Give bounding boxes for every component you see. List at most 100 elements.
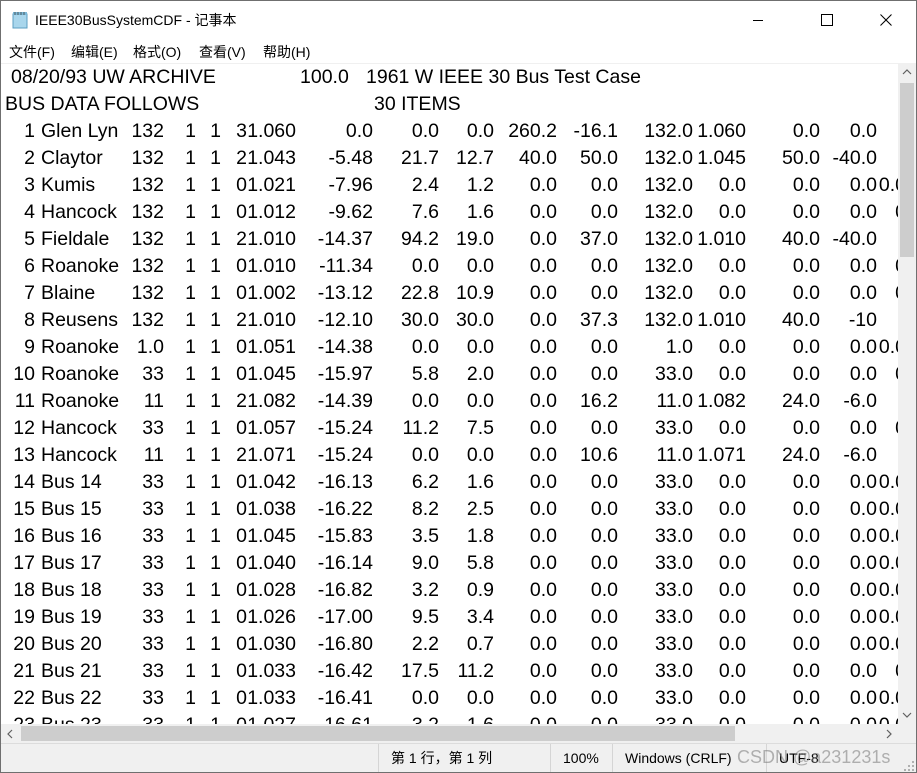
load-mw: 0.0 <box>411 120 439 142</box>
cursor-position: 第 1 行，第 1 列 <box>378 744 553 772</box>
gen-mvar: 0.0 <box>590 363 618 385</box>
bus-data-row: 17 Bus 17 33 1 1 0 1.040 -16.14 9.0 5.8 0.0 0.0 33.0… <box>1 552 898 579</box>
min-mvar: 0.0 <box>849 255 877 277</box>
extra: 0.0 <box>878 498 898 520</box>
title-bar: IEEE30BusSystemCDF - 记事本 <box>1 1 916 39</box>
load-mw: 22.8 <box>401 282 439 304</box>
watermark: CSDN @a231231s <box>737 747 891 767</box>
text-editor[interactable]: 08/20/93 UW ARCHIVE 100.0 1961 W IEEE 30… <box>1 63 898 725</box>
load-mvar: 3.4 <box>466 606 494 628</box>
gen-mw: 0.0 <box>529 444 557 466</box>
bus-number: 3 <box>24 174 35 196</box>
zone: 1 <box>210 201 221 223</box>
zone: 1 <box>210 228 221 250</box>
area: 1 <box>185 606 196 628</box>
desired-volts: 0.0 <box>718 174 746 196</box>
bus-data-row: 4 Hancock 132 1 1 0 1.012 -9.62 7.6 1.6 0.0 0.0 132.… <box>1 201 898 228</box>
bus-data-row: 2 Claytor 132 1 1 2 1.043 -5.48 21.7 12.7 40.0 50.0… <box>1 147 898 174</box>
area: 1 <box>185 660 196 682</box>
load-mvar: 11.2 <box>457 660 494 682</box>
extra: 0.0 <box>878 336 898 358</box>
gen-mw: 0.0 <box>529 471 557 493</box>
angle: -14.39 <box>317 390 373 412</box>
bus-type: 0 <box>236 255 247 277</box>
maximize-button[interactable] <box>804 1 850 39</box>
zone: 1 <box>210 174 221 196</box>
notepad-icon <box>12 11 28 29</box>
close-icon <box>880 14 892 26</box>
bus-data-row: 14 Bus 14 33 1 1 0 1.042 -16.13 6.2 1.6 0.0 0.0 33.0… <box>1 471 898 498</box>
load-mw: 0.0 <box>411 336 439 358</box>
base-kv-2: 33.0 <box>655 606 693 628</box>
scroll-down-button[interactable] <box>898 706 916 724</box>
bus-type: 0 <box>236 282 247 304</box>
base-kv-2: 33.0 <box>655 633 693 655</box>
menu-edit[interactable]: 编辑(E) <box>71 42 118 62</box>
min-mvar: 0.0 <box>849 606 877 628</box>
menu-help[interactable]: 帮助(H) <box>263 42 310 62</box>
bus-number: 11 <box>14 390 35 412</box>
area: 1 <box>185 687 196 709</box>
bus-number: 13 <box>13 444 35 466</box>
bus-name: Blaine <box>41 282 96 304</box>
zone: 1 <box>210 417 221 439</box>
scroll-left-button[interactable] <box>1 724 19 743</box>
max-mvar: 0.0 <box>792 363 820 385</box>
horizontal-scrollbar[interactable] <box>1 724 898 743</box>
zoom-level: 100% <box>550 744 609 772</box>
gen-mw: 0.0 <box>529 687 557 709</box>
bus-name: Bus 21 <box>41 660 102 682</box>
area: 1 <box>185 120 196 142</box>
max-mvar: 0.0 <box>792 498 820 520</box>
base-kv-2: 33.0 <box>655 498 693 520</box>
bus-name: Bus 14 <box>41 471 102 493</box>
load-mw: 2.2 <box>411 633 439 655</box>
horizontal-scroll-thumb[interactable] <box>21 726 735 741</box>
voltage: 1.030 <box>247 633 296 655</box>
menu-format[interactable]: 格式(O) <box>133 42 181 62</box>
max-mvar: 50.0 <box>782 147 820 169</box>
gen-mw: 0.0 <box>529 579 557 601</box>
angle: -9.62 <box>328 201 373 223</box>
area: 1 <box>185 498 196 520</box>
load-mvar: 2.0 <box>466 363 494 385</box>
bus-type: 2 <box>236 390 247 412</box>
load-mvar: 0.9 <box>466 579 494 601</box>
base-kv-2: 132.0 <box>644 228 693 250</box>
bus-name: Roanoke <box>41 255 120 277</box>
min-mvar: 0.0 <box>849 282 877 304</box>
min-mvar: 0.0 <box>849 498 877 520</box>
angle: -16.80 <box>317 633 373 655</box>
menu-view[interactable]: 查看(V) <box>199 42 246 62</box>
minimize-button[interactable] <box>735 1 781 39</box>
bus-number: 15 <box>13 498 35 520</box>
zone: 1 <box>210 660 221 682</box>
gen-mvar: 0.0 <box>590 660 618 682</box>
bus-type: 0 <box>236 201 247 223</box>
scroll-right-button[interactable] <box>880 724 898 743</box>
base-kv: 33 <box>142 363 164 385</box>
load-mw: 0.0 <box>411 444 439 466</box>
area: 1 <box>185 633 196 655</box>
gen-mvar: 0.0 <box>590 525 618 547</box>
bus-type: 0 <box>236 417 247 439</box>
min-mvar: 0.0 <box>849 363 877 385</box>
menu-file[interactable]: 文件(F) <box>9 42 55 62</box>
base-kv: 33 <box>142 606 164 628</box>
gen-mw: 0.0 <box>529 417 557 439</box>
max-mvar: 0.0 <box>792 255 820 277</box>
zone: 1 <box>210 309 221 331</box>
desired-volts: 0.0 <box>718 201 746 223</box>
base-kv: 132 <box>131 120 164 142</box>
gen-mw: 0.0 <box>529 309 557 331</box>
desired-volts: 0.0 <box>718 633 746 655</box>
min-mvar: 0.0 <box>849 417 877 439</box>
scroll-up-button[interactable] <box>898 63 916 81</box>
resize-grip-icon[interactable] <box>904 761 914 771</box>
zone: 1 <box>210 606 221 628</box>
max-mvar: 0.0 <box>792 417 820 439</box>
base-kv-2: 33.0 <box>655 525 693 547</box>
vertical-scrollbar[interactable] <box>898 63 916 724</box>
close-button[interactable] <box>863 1 909 39</box>
vertical-scroll-thumb[interactable] <box>900 83 914 257</box>
